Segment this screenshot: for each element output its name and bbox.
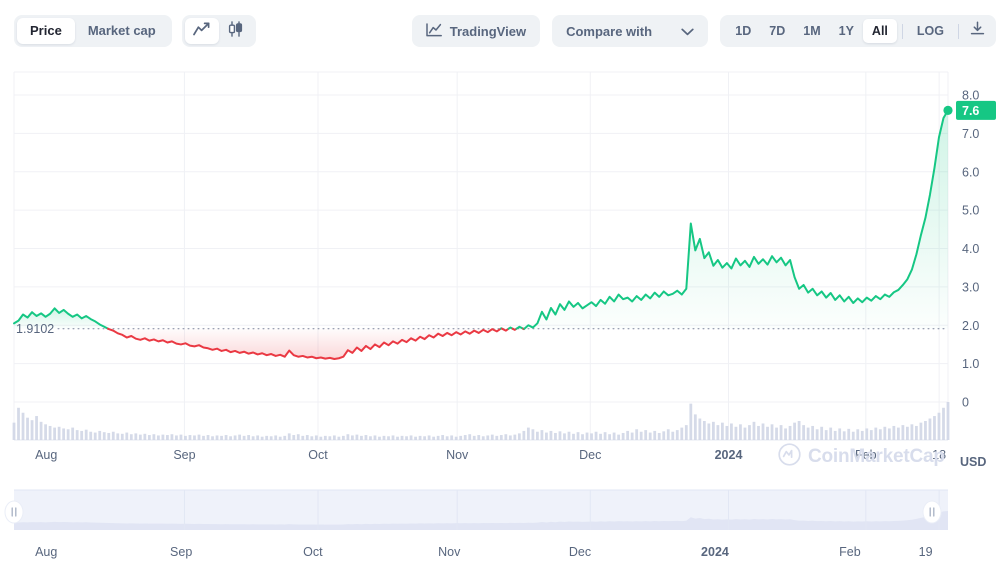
- y-axis-tick: 4.0: [962, 242, 979, 256]
- chevron-down-icon: [681, 24, 694, 39]
- candlestick-chart-icon: [227, 20, 244, 42]
- x-axis-tick: Dec: [579, 448, 601, 462]
- range-button-1y[interactable]: 1Y: [830, 19, 863, 43]
- x-axis-tick: Aug: [35, 448, 57, 462]
- y-axis-tick: 0: [962, 396, 969, 410]
- download-icon: [970, 21, 985, 41]
- metric-toggle-group: Price Market cap: [14, 15, 172, 47]
- chart-toolbar: Price Market cap TradingView Compare wit…: [0, 0, 996, 62]
- tradingview-chart-icon: [425, 22, 442, 40]
- navigator-x-axis-tick: Oct: [303, 545, 323, 559]
- y-axis-tick: 8.0: [962, 89, 979, 103]
- y-axis-tick: 1.0: [962, 357, 979, 371]
- chart-gridlines: [13, 71, 949, 441]
- range-divider-1: [901, 23, 903, 39]
- y-axis-tick: 5.0: [962, 204, 979, 218]
- x-axis-tick: Feb: [855, 448, 877, 462]
- range-navigator-svg: Aug Sep Oct Nov Dec 2024 Feb 19: [4, 489, 948, 559]
- x-axis-tick: 2024: [715, 448, 743, 462]
- x-axis-labels: Aug Sep Oct Nov Dec 2024 Feb 18: [35, 448, 946, 462]
- line-chart-button[interactable]: [184, 18, 219, 44]
- range-button-1d[interactable]: 1D: [726, 19, 760, 43]
- x-axis-tick: Sep: [173, 448, 195, 462]
- download-button[interactable]: [964, 19, 990, 43]
- chart-type-toggle-group: [181, 15, 256, 47]
- range-button-7d[interactable]: 7D: [760, 19, 794, 43]
- navigator-x-axis-tick: 2024: [701, 545, 729, 559]
- y-axis-labels: 8.0 7.0 6.0 5.0 4.0 3.0 2.0 1.0 0: [962, 89, 979, 410]
- x-axis-tick: Nov: [446, 448, 469, 462]
- reference-line-value: 1.9102: [16, 322, 54, 336]
- range-button-1m[interactable]: 1M: [794, 19, 829, 43]
- compare-with-placeholder: Compare with: [566, 23, 653, 39]
- log-scale-button[interactable]: LOG: [908, 19, 953, 43]
- line-chart-icon: [193, 22, 210, 41]
- navigator-x-axis-tick: Feb: [839, 545, 861, 559]
- price-chart[interactable]: 8.0 7.0 6.0 5.0 4.0 3.0 2.0 1.0 0 Aug Sep Oct Nov De…: [0, 62, 996, 480]
- x-axis-tick: 18: [932, 448, 946, 462]
- range-divider-2: [958, 23, 959, 39]
- candlestick-chart-button[interactable]: [219, 18, 253, 44]
- last-price-badge-text: 7.6: [962, 104, 979, 118]
- last-price-marker: [943, 105, 953, 115]
- currency-label: USD: [960, 455, 986, 469]
- x-axis-tick: Oct: [308, 448, 328, 462]
- navigator-x-axis-tick: Sep: [170, 545, 192, 559]
- price-chart-svg: 8.0 7.0 6.0 5.0 4.0 3.0 2.0 1.0 0 Aug Sep Oct Nov De…: [12, 71, 996, 469]
- y-axis-tick: 7.0: [962, 127, 979, 141]
- last-price-badge: 7.6: [956, 100, 996, 120]
- navigator-x-axis-tick: 19: [919, 545, 933, 559]
- y-axis-tick: 6.0: [962, 165, 979, 179]
- navigator-x-axis-tick: Aug: [35, 545, 57, 559]
- reference-line-label: 1.9102: [16, 322, 54, 336]
- tradingview-button[interactable]: TradingView: [411, 15, 541, 47]
- navigator-x-axis-tick: Nov: [438, 545, 461, 559]
- navigator-x-axis-tick: Dec: [569, 545, 591, 559]
- time-range-group: 1D 7D 1M 1Y All LOG: [720, 15, 996, 47]
- navigator-handle-right[interactable]: [922, 500, 942, 524]
- navigator-x-axis-labels: Aug Sep Oct Nov Dec 2024 Feb 19: [35, 545, 932, 559]
- metric-tab-price[interactable]: Price: [17, 18, 75, 44]
- range-button-all[interactable]: All: [862, 19, 897, 43]
- tradingview-label: TradingView: [449, 23, 527, 39]
- navigator-handle-left[interactable]: [4, 500, 24, 524]
- metric-tab-market-cap[interactable]: Market cap: [75, 18, 169, 44]
- compare-with-select[interactable]: Compare with: [552, 15, 709, 47]
- range-navigator[interactable]: Aug Sep Oct Nov Dec 2024 Feb 19: [0, 486, 996, 562]
- y-axis-tick: 2.0: [962, 319, 979, 333]
- y-axis-tick: 3.0: [962, 280, 979, 294]
- currency-label-text: USD: [960, 455, 986, 469]
